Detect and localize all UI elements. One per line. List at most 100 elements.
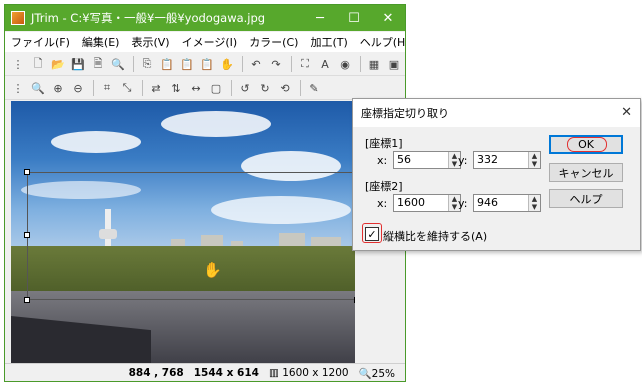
coord1-label: [座標1] xyxy=(365,137,403,150)
save-icon[interactable]: 💾 xyxy=(69,55,87,73)
x1-input[interactable]: 56 ▲ ▼ xyxy=(393,151,461,169)
paste-special-icon[interactable]: 📋 xyxy=(198,55,216,73)
title-bar[interactable]: JTrim - C:¥写真・一般¥一般¥yodogawa.jpg ─ ☐ ✕ xyxy=(5,5,405,31)
toolbar-separator xyxy=(242,56,243,72)
redo-icon[interactable]: ↷ xyxy=(267,55,285,73)
undo-icon[interactable]: ↶ xyxy=(247,55,265,73)
maximize-button[interactable]: ☐ xyxy=(337,5,371,31)
y1-value: 332 xyxy=(477,153,498,166)
status-coords: 884 , 768 xyxy=(128,367,184,379)
flip-vertical-icon[interactable]: ⇅ xyxy=(167,79,185,97)
text-icon[interactable]: A xyxy=(316,55,334,73)
mirror-icon[interactable]: ↔ xyxy=(187,79,205,97)
menu-process[interactable]: 加工(T) xyxy=(304,34,353,50)
photo-cloud xyxy=(51,131,141,153)
copy-icon[interactable]: ⎘ xyxy=(138,55,156,73)
crop-icon[interactable]: ⌗ xyxy=(98,79,116,97)
y1-label: y: xyxy=(458,154,468,167)
status-selection: 1544 x 614 xyxy=(193,367,259,379)
hand-icon[interactable]: ✋ xyxy=(218,55,236,73)
eyedropper-icon[interactable]: ✎ xyxy=(305,79,323,97)
cancel-button[interactable]: キャンセル xyxy=(549,163,623,182)
window-title: JTrim - C:¥写真・一般¥一般¥yodogawa.jpg xyxy=(31,11,266,25)
frame-icon[interactable]: ▢ xyxy=(207,79,225,97)
image-size-icon: ▥ xyxy=(268,367,283,379)
keep-ratio-label[interactable]: 縦横比を維持する(A) xyxy=(383,228,487,244)
grid-icon[interactable]: ▦ xyxy=(365,55,383,73)
selection-handle[interactable] xyxy=(24,169,30,175)
zoom-icon: 🔍 xyxy=(358,367,372,380)
coord2-label: [座標2] xyxy=(365,180,403,193)
rotate-right-icon[interactable]: ↻ xyxy=(256,79,274,97)
rotate-icon[interactable]: ⟲ xyxy=(276,79,294,97)
menu-file[interactable]: ファイル(F) xyxy=(5,34,76,50)
selection-handle[interactable] xyxy=(354,297,355,303)
toolbar-separator xyxy=(231,80,232,96)
save-as-icon[interactable]: 🗎 xyxy=(89,55,107,73)
menu-color[interactable]: カラー(C) xyxy=(243,34,304,50)
close-icon: ✕ xyxy=(382,10,394,26)
status-bar: 884 , 768 1544 x 614 ▥ 1600 x 1200 🔍25% xyxy=(5,363,405,381)
grip-icon: ⋮ xyxy=(12,57,24,71)
ok-highlight-mark xyxy=(567,137,607,152)
y1-spin-icon[interactable]: ▲ ▼ xyxy=(528,152,540,168)
app-icon xyxy=(11,11,25,25)
toolbar-separator xyxy=(93,80,94,96)
photo-cloud xyxy=(161,111,271,137)
cancel-label: キャンセル xyxy=(558,166,614,180)
paste-icon[interactable]: 📋 xyxy=(158,55,176,73)
status-zoom: 🔍25% xyxy=(359,367,395,380)
toolbar-separator xyxy=(291,56,292,72)
globe-icon[interactable]: ◉ xyxy=(336,55,354,73)
zoom-dropdown-icon[interactable]: 🔍 xyxy=(29,79,47,97)
checkbox-highlight-mark xyxy=(362,223,382,243)
zoom-text: 25% xyxy=(371,367,395,380)
y2-spin-icon[interactable]: ▲ ▼ xyxy=(528,195,540,211)
hand-cursor-icon: ✋ xyxy=(203,261,222,279)
menu-view[interactable]: 表示(V) xyxy=(125,34,175,50)
dialog-close-icon[interactable]: ✕ xyxy=(621,105,632,120)
menu-help[interactable]: ヘルプ(H) xyxy=(354,34,405,50)
minimize-icon: ─ xyxy=(316,10,324,26)
x2-label: x: xyxy=(377,197,388,210)
toolbar-separator xyxy=(300,80,301,96)
new-file-icon[interactable]: 🗋 xyxy=(29,55,47,73)
y2-value: 946 xyxy=(477,196,498,209)
print-preview-icon[interactable]: 🔍 xyxy=(109,55,127,73)
toolbar-tools: ⋮ 🔍 ⊕ ⊖ ⌗ ⤡ ⇄ ⇅ ↔ ▢ ↺ ↻ ⟲ ✎ xyxy=(5,77,405,100)
open-folder-icon[interactable]: 📂 xyxy=(49,55,67,73)
y1-input[interactable]: 332 ▲ ▼ xyxy=(473,151,541,169)
selection-handle[interactable] xyxy=(24,232,30,238)
status-image-size: ▥ 1600 x 1200 xyxy=(269,367,349,379)
grip-icon: ⋮ xyxy=(12,81,24,95)
help-label: ヘルプ xyxy=(569,192,603,206)
menu-edit[interactable]: 編集(E) xyxy=(76,34,126,50)
x1-value: 56 xyxy=(397,153,411,166)
x2-input[interactable]: 1600 ▲ ▼ xyxy=(393,194,461,212)
fit-icon[interactable]: ⛶ xyxy=(296,55,314,73)
close-button[interactable]: ✕ xyxy=(371,5,405,31)
minimize-button[interactable]: ─ xyxy=(303,5,337,31)
toolbar-separator xyxy=(133,56,134,72)
y2-input[interactable]: 946 ▲ ▼ xyxy=(473,194,541,212)
dialog-title-bar[interactable]: 座標指定切り取り ✕ xyxy=(353,99,640,127)
help-button[interactable]: ヘルプ xyxy=(549,189,623,208)
crop-selection[interactable] xyxy=(24,169,355,303)
menu-image[interactable]: イメージ(I) xyxy=(176,34,244,50)
tile-icon[interactable]: ▣ xyxy=(385,55,403,73)
toolbar-main: ⋮ 🗋 📂 💾 🗎 🔍 ⎘ 📋 📋 📋 ✋ ↶ ↷ ⛶ A ◉ ▦ ▣ xyxy=(5,53,405,76)
image-canvas[interactable]: ✋ xyxy=(11,101,355,363)
resize-icon[interactable]: ⤡ xyxy=(118,79,136,97)
rotate-left-icon[interactable]: ↺ xyxy=(236,79,254,97)
zoom-out-icon[interactable]: ⊖ xyxy=(69,79,87,97)
main-window: JTrim - C:¥写真・一般¥一般¥yodogawa.jpg ─ ☐ ✕ フ… xyxy=(4,4,406,382)
toolbar-separator xyxy=(360,56,361,72)
toolbar-separator xyxy=(142,80,143,96)
selection-handle[interactable] xyxy=(24,297,30,303)
crop-dialog: 座標指定切り取り ✕ [座標1] x: 56 ▲ ▼ y: 332 ▲ ▼ [座標2… xyxy=(352,98,641,251)
zoom-in-icon[interactable]: ⊕ xyxy=(49,79,67,97)
menu-bar: ファイル(F) 編集(E) 表示(V) イメージ(I) カラー(C) 加工(T)… xyxy=(5,32,405,52)
dialog-title: 座標指定切り取り xyxy=(361,107,449,120)
flip-horizontal-icon[interactable]: ⇄ xyxy=(147,79,165,97)
paste-new-icon[interactable]: 📋 xyxy=(178,55,196,73)
